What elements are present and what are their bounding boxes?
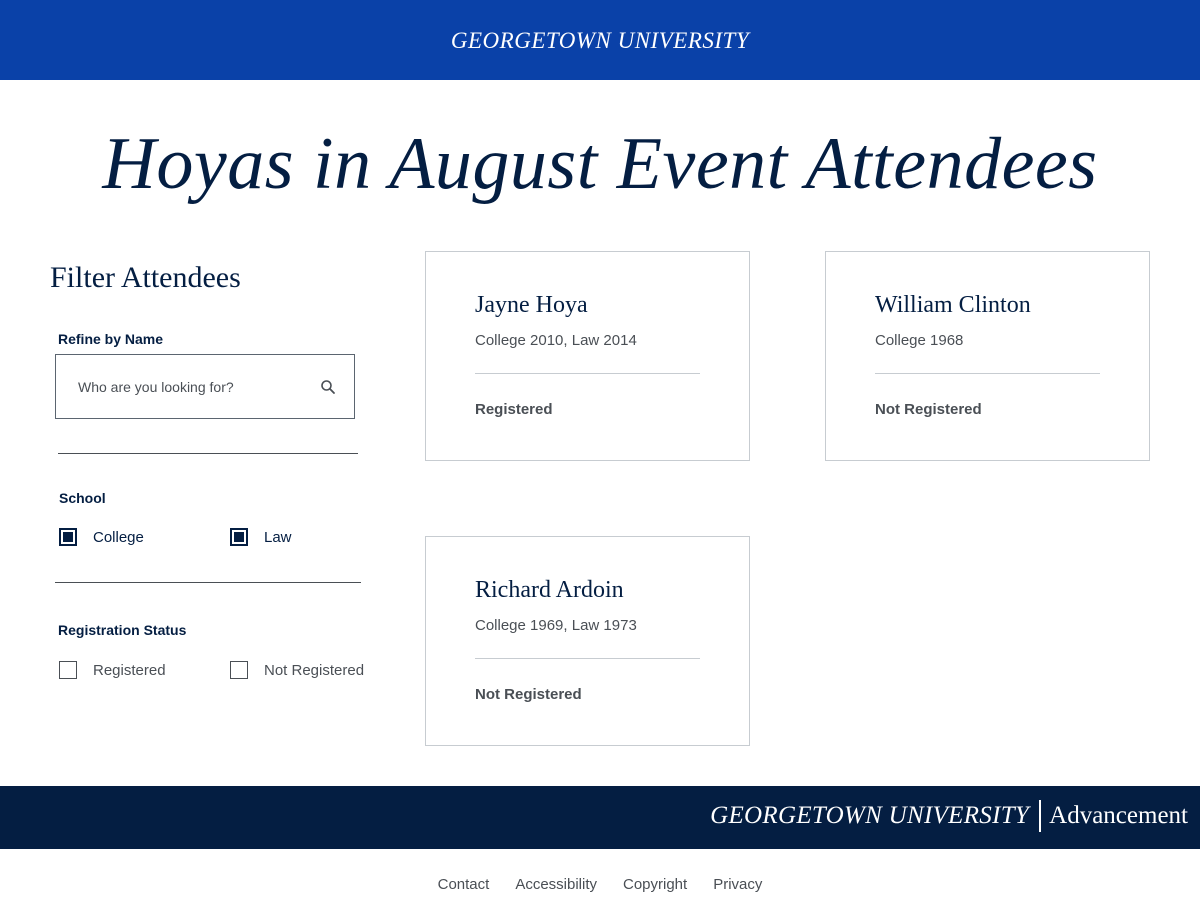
card-divider <box>475 373 700 374</box>
checkbox-registered[interactable]: Registered <box>59 661 166 679</box>
attendee-class-years: College 1969, Law 1973 <box>475 617 637 634</box>
registration-status: Not Registered <box>875 401 982 418</box>
search-input[interactable] <box>78 375 298 399</box>
college-checkbox[interactable] <box>59 528 77 546</box>
footer-link-copyright[interactable]: Copyright <box>623 876 687 893</box>
search-icon[interactable] <box>320 379 336 395</box>
registration-status: Registered <box>475 401 553 418</box>
law-checkbox-label: Law <box>264 528 292 546</box>
footer-links: Contact Accessibility Copyright Privacy <box>0 876 1200 893</box>
college-checkbox-label: College <box>93 528 144 546</box>
checkbox-law[interactable]: Law <box>230 528 292 546</box>
attendee-name: Richard Ardoin <box>475 577 624 603</box>
registration-status: Not Registered <box>475 686 582 703</box>
attendee-name: William Clinton <box>875 292 1031 318</box>
registered-checkbox-label: Registered <box>93 661 166 679</box>
page-title: Hoyas in August Event Attendees <box>102 123 1098 205</box>
card-divider <box>475 658 700 659</box>
divider <box>55 582 361 583</box>
georgetown-logo[interactable]: GEORGETOWN UNIVERSITY <box>0 28 1200 54</box>
attendee-class-years: College 1968 <box>875 332 964 349</box>
footer-link-accessibility[interactable]: Accessibility <box>515 876 597 893</box>
attendee-name: Jayne Hoya <box>475 292 588 318</box>
footer-band: GEORGETOWN UNIVERSITY Advancement <box>0 786 1200 849</box>
attendee-card[interactable]: Jayne Hoya College 2010, Law 2014 Regist… <box>425 251 750 461</box>
filter-heading: Filter Attendees <box>50 261 241 294</box>
attendee-card[interactable]: Richard Ardoin College 1969, Law 1973 No… <box>425 536 750 746</box>
top-header-bar: GEORGETOWN UNIVERSITY <box>0 0 1200 80</box>
registration-status-label: Registration Status <box>58 622 187 638</box>
search-box <box>55 354 355 419</box>
checkbox-college[interactable]: College <box>59 528 144 546</box>
refine-by-name-label: Refine by Name <box>58 331 164 347</box>
checkbox-not-registered[interactable]: Not Registered <box>230 661 364 679</box>
footer-logo-university: GEORGETOWN UNIVERSITY <box>710 802 1030 829</box>
attendee-class-years: College 2010, Law 2014 <box>475 332 637 349</box>
georgetown-advancement-logo[interactable]: GEORGETOWN UNIVERSITY Advancement <box>710 800 1188 832</box>
footer-logo-unit: Advancement <box>1049 802 1188 829</box>
attendee-card[interactable]: William Clinton College 1968 Not Registe… <box>825 251 1150 461</box>
footer-logo-separator <box>1039 800 1042 832</box>
school-label: School <box>59 490 106 506</box>
footer-link-privacy[interactable]: Privacy <box>713 876 762 893</box>
not-registered-checkbox-label: Not Registered <box>264 661 365 679</box>
registered-checkbox[interactable] <box>59 661 77 679</box>
divider <box>58 453 358 454</box>
card-divider <box>875 373 1100 374</box>
not-registered-checkbox[interactable] <box>230 661 248 679</box>
footer-link-contact[interactable]: Contact <box>438 876 490 893</box>
law-checkbox[interactable] <box>230 528 248 546</box>
